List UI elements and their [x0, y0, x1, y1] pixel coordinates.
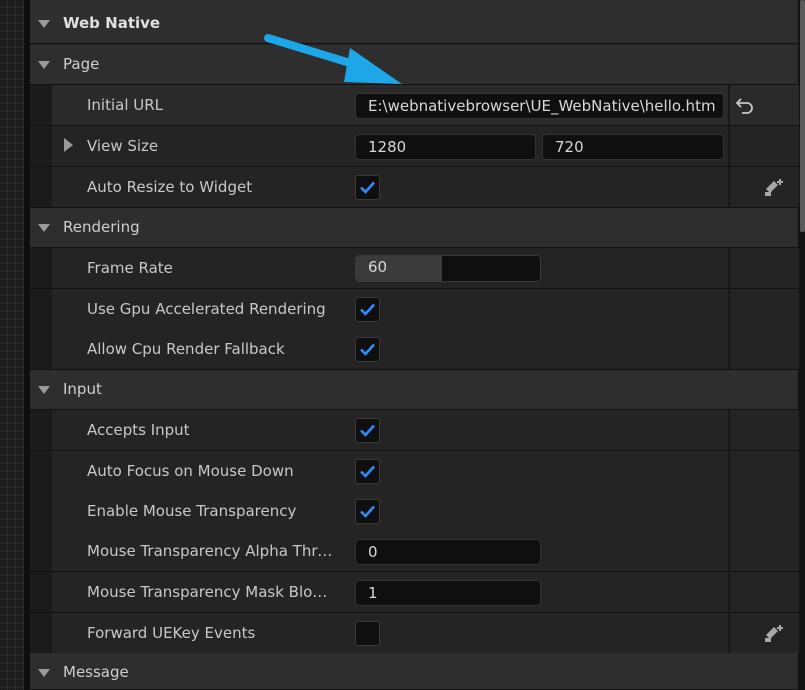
property-row-view-size: View Size 1280 720	[30, 126, 799, 167]
category-input[interactable]: Input	[30, 370, 798, 410]
value-cell	[336, 410, 728, 450]
scrollbar-thumb[interactable]	[800, 0, 805, 232]
category-web-native[interactable]: Web Native	[30, 0, 798, 44]
property-label: Auto Focus on Mouse Down	[87, 462, 294, 480]
property-label: Mouse Transparency Mask Bloc…	[87, 583, 335, 601]
property-row-initial-url: Initial URL E:\webnativebrowser\UE_WebNa…	[30, 85, 799, 126]
property-label: Accepts Input	[87, 421, 190, 439]
extension-cell	[729, 410, 799, 450]
category-label: Web Native	[63, 14, 161, 32]
collapse-triangle-icon[interactable]	[38, 61, 50, 69]
checkmark-icon	[360, 343, 375, 356]
property-label: Initial URL	[87, 96, 164, 114]
property-label: Enable Mouse Transparency	[87, 502, 297, 520]
extension-cell	[729, 329, 799, 369]
property-row-auto-resize: Auto Resize to Widget	[30, 167, 799, 208]
property-row-forward-uekey: Forward UEKey Events	[30, 613, 799, 654]
reset-to-default-icon[interactable]	[734, 95, 756, 115]
property-label: Frame Rate	[87, 259, 173, 277]
category-label: Input	[63, 380, 102, 398]
property-row-gpu-rendering: Use Gpu Accelerated Rendering	[30, 289, 799, 330]
property-label: Auto Resize to Widget	[87, 178, 253, 196]
extension-cell	[729, 491, 799, 531]
collapse-triangle-icon[interactable]	[38, 386, 50, 394]
gpu-rendering-checkbox[interactable]	[355, 297, 380, 322]
forward-uekey-checkbox[interactable]	[355, 621, 380, 646]
accepts-input-checkbox[interactable]	[355, 418, 380, 443]
extension-cell	[729, 248, 799, 288]
checkmark-icon	[360, 303, 375, 316]
value-cell	[336, 329, 728, 369]
view-size-x-input[interactable]: 1280	[355, 134, 536, 160]
auto-resize-checkbox[interactable]	[355, 175, 380, 200]
property-binding-icon[interactable]	[763, 623, 787, 645]
frame-rate-slider[interactable]: 60	[355, 255, 541, 282]
property-row-frame-rate: Frame Rate 60	[30, 248, 799, 289]
initial-url-input[interactable]: E:\webnativebrowser\UE_WebNative\hello.h…	[355, 93, 724, 119]
value-cell	[336, 289, 728, 329]
slider-value: 60	[368, 258, 388, 276]
property-label: Forward UEKey Events	[87, 624, 256, 642]
property-label: Allow Cpu Render Fallback	[87, 340, 285, 358]
category-label: Message	[63, 663, 129, 681]
property-row-mouse-transparency: Enable Mouse Transparency	[30, 491, 799, 532]
collapse-triangle-icon[interactable]	[38, 669, 50, 677]
category-label: Page	[63, 55, 100, 73]
property-label: Mouse Transparency Alpha Thre…	[87, 542, 335, 560]
alpha-threshold-input[interactable]: 0	[355, 539, 541, 565]
value-cell	[336, 613, 728, 653]
value-cell	[336, 451, 728, 491]
mask-block-input[interactable]: 1	[355, 580, 541, 606]
category-message[interactable]: Message	[30, 653, 798, 690]
property-row-cpu-fallback: Allow Cpu Render Fallback	[30, 329, 799, 370]
property-label: Use Gpu Accelerated Rendering	[87, 300, 326, 318]
property-row-accepts-input: Accepts Input	[30, 410, 799, 451]
auto-focus-checkbox[interactable]	[355, 459, 380, 484]
category-rendering[interactable]: Rendering	[30, 208, 798, 248]
checkmark-icon	[360, 465, 375, 478]
extension-cell	[729, 126, 799, 166]
collapse-triangle-icon[interactable]	[38, 20, 50, 28]
extension-cell	[729, 451, 799, 491]
mouse-transparency-checkbox[interactable]	[355, 499, 380, 524]
extension-cell	[729, 531, 799, 571]
property-binding-icon[interactable]	[763, 177, 787, 199]
extension-cell	[729, 289, 799, 329]
property-row-alpha-threshold: Mouse Transparency Alpha Thre… 0	[30, 531, 799, 572]
property-label: View Size	[87, 137, 159, 155]
annotation-arrow-icon	[264, 34, 402, 84]
category-label: Rendering	[63, 218, 140, 236]
value-cell	[336, 491, 728, 531]
category-page[interactable]: Page	[30, 45, 798, 85]
extension-cell	[729, 572, 799, 612]
collapse-triangle-icon[interactable]	[38, 224, 50, 232]
graph-grid-gutter	[0, 0, 24, 690]
expand-arrow-icon[interactable]	[64, 138, 73, 152]
property-row-mask-block: Mouse Transparency Mask Bloc… 1	[30, 572, 799, 613]
checkmark-icon	[360, 505, 375, 518]
checkmark-icon	[360, 181, 375, 194]
view-size-y-input[interactable]: 720	[542, 134, 724, 160]
cpu-fallback-checkbox[interactable]	[355, 337, 380, 362]
property-row-auto-focus: Auto Focus on Mouse Down	[30, 451, 799, 492]
checkmark-icon	[360, 424, 375, 437]
value-cell	[336, 167, 728, 207]
